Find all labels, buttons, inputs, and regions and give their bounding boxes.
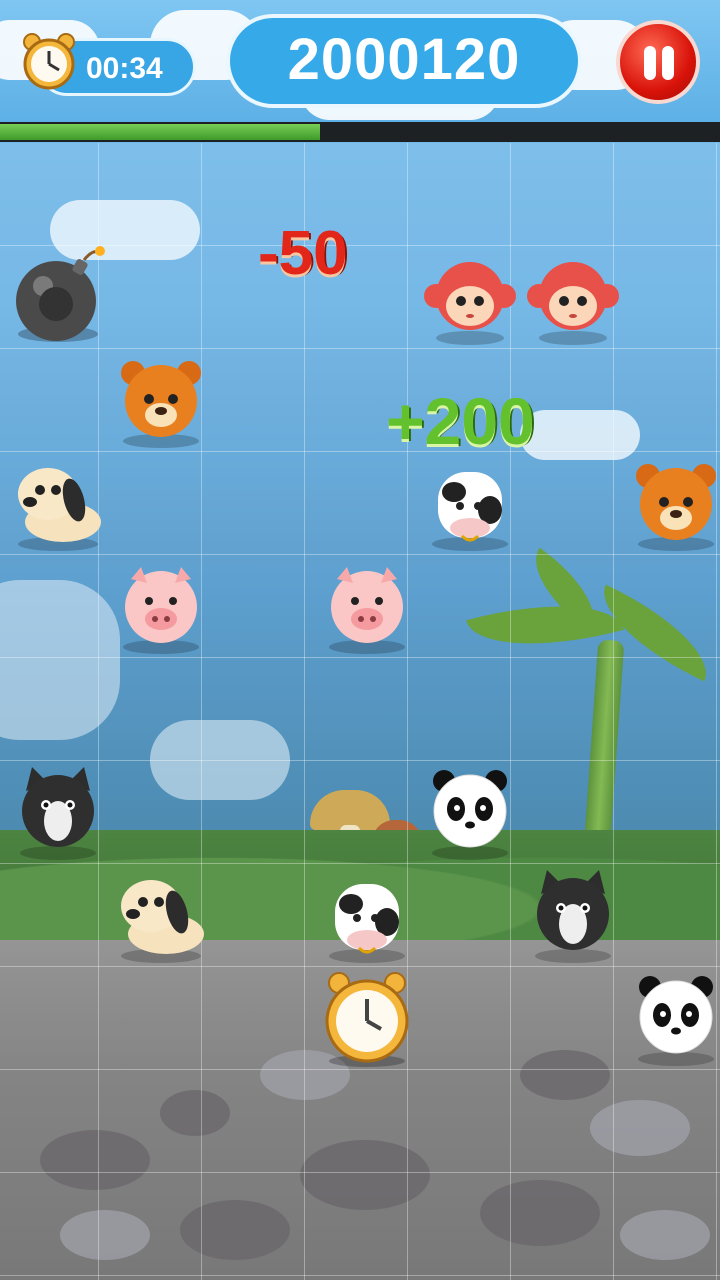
cow-icon [432, 472, 508, 551]
pig-icon [123, 567, 199, 654]
cat-icon [535, 870, 611, 963]
alarm-clock-icon [23, 33, 75, 90]
clock-icon [325, 972, 409, 1067]
bomb-icon [16, 246, 105, 342]
monkey-piece[interactable] [523, 246, 623, 346]
cat-icon [20, 767, 96, 860]
monkey-icon [424, 262, 516, 345]
bear-icon [121, 361, 201, 448]
pig-icon [329, 567, 405, 654]
score-value: 2000120 [287, 27, 521, 92]
monkey-icon [527, 262, 619, 345]
pause-icon [644, 46, 656, 80]
dog-icon [121, 880, 204, 963]
dog-piece[interactable] [8, 452, 108, 552]
pig-piece[interactable] [317, 555, 417, 655]
time-progress-bar [0, 122, 720, 142]
dog-icon [18, 468, 101, 551]
panda-icon [432, 770, 508, 860]
dog-piece[interactable] [111, 864, 211, 964]
time-progress-fill [0, 124, 321, 140]
panda-icon [638, 976, 714, 1066]
cow-piece[interactable] [317, 864, 417, 964]
score-popup-bonus: +200 [386, 384, 535, 458]
clock-bonus-piece[interactable] [317, 967, 417, 1067]
pig-piece[interactable] [111, 555, 211, 655]
score-popup-penalty: -50 [258, 219, 348, 288]
cow-icon [329, 884, 405, 963]
timer-value: 00:34 [86, 52, 163, 85]
panda-piece[interactable] [420, 761, 520, 861]
bear-piece[interactable] [111, 349, 211, 449]
pause-button[interactable] [616, 20, 700, 104]
panda-piece[interactable] [626, 967, 720, 1067]
monkey-piece[interactable] [420, 246, 520, 346]
bomb-piece[interactable] [8, 246, 108, 346]
cat-piece[interactable] [523, 864, 623, 964]
bear-piece[interactable] [626, 452, 720, 552]
bear-icon [636, 464, 716, 551]
cat-piece[interactable] [8, 761, 108, 861]
cow-piece[interactable] [420, 452, 520, 552]
